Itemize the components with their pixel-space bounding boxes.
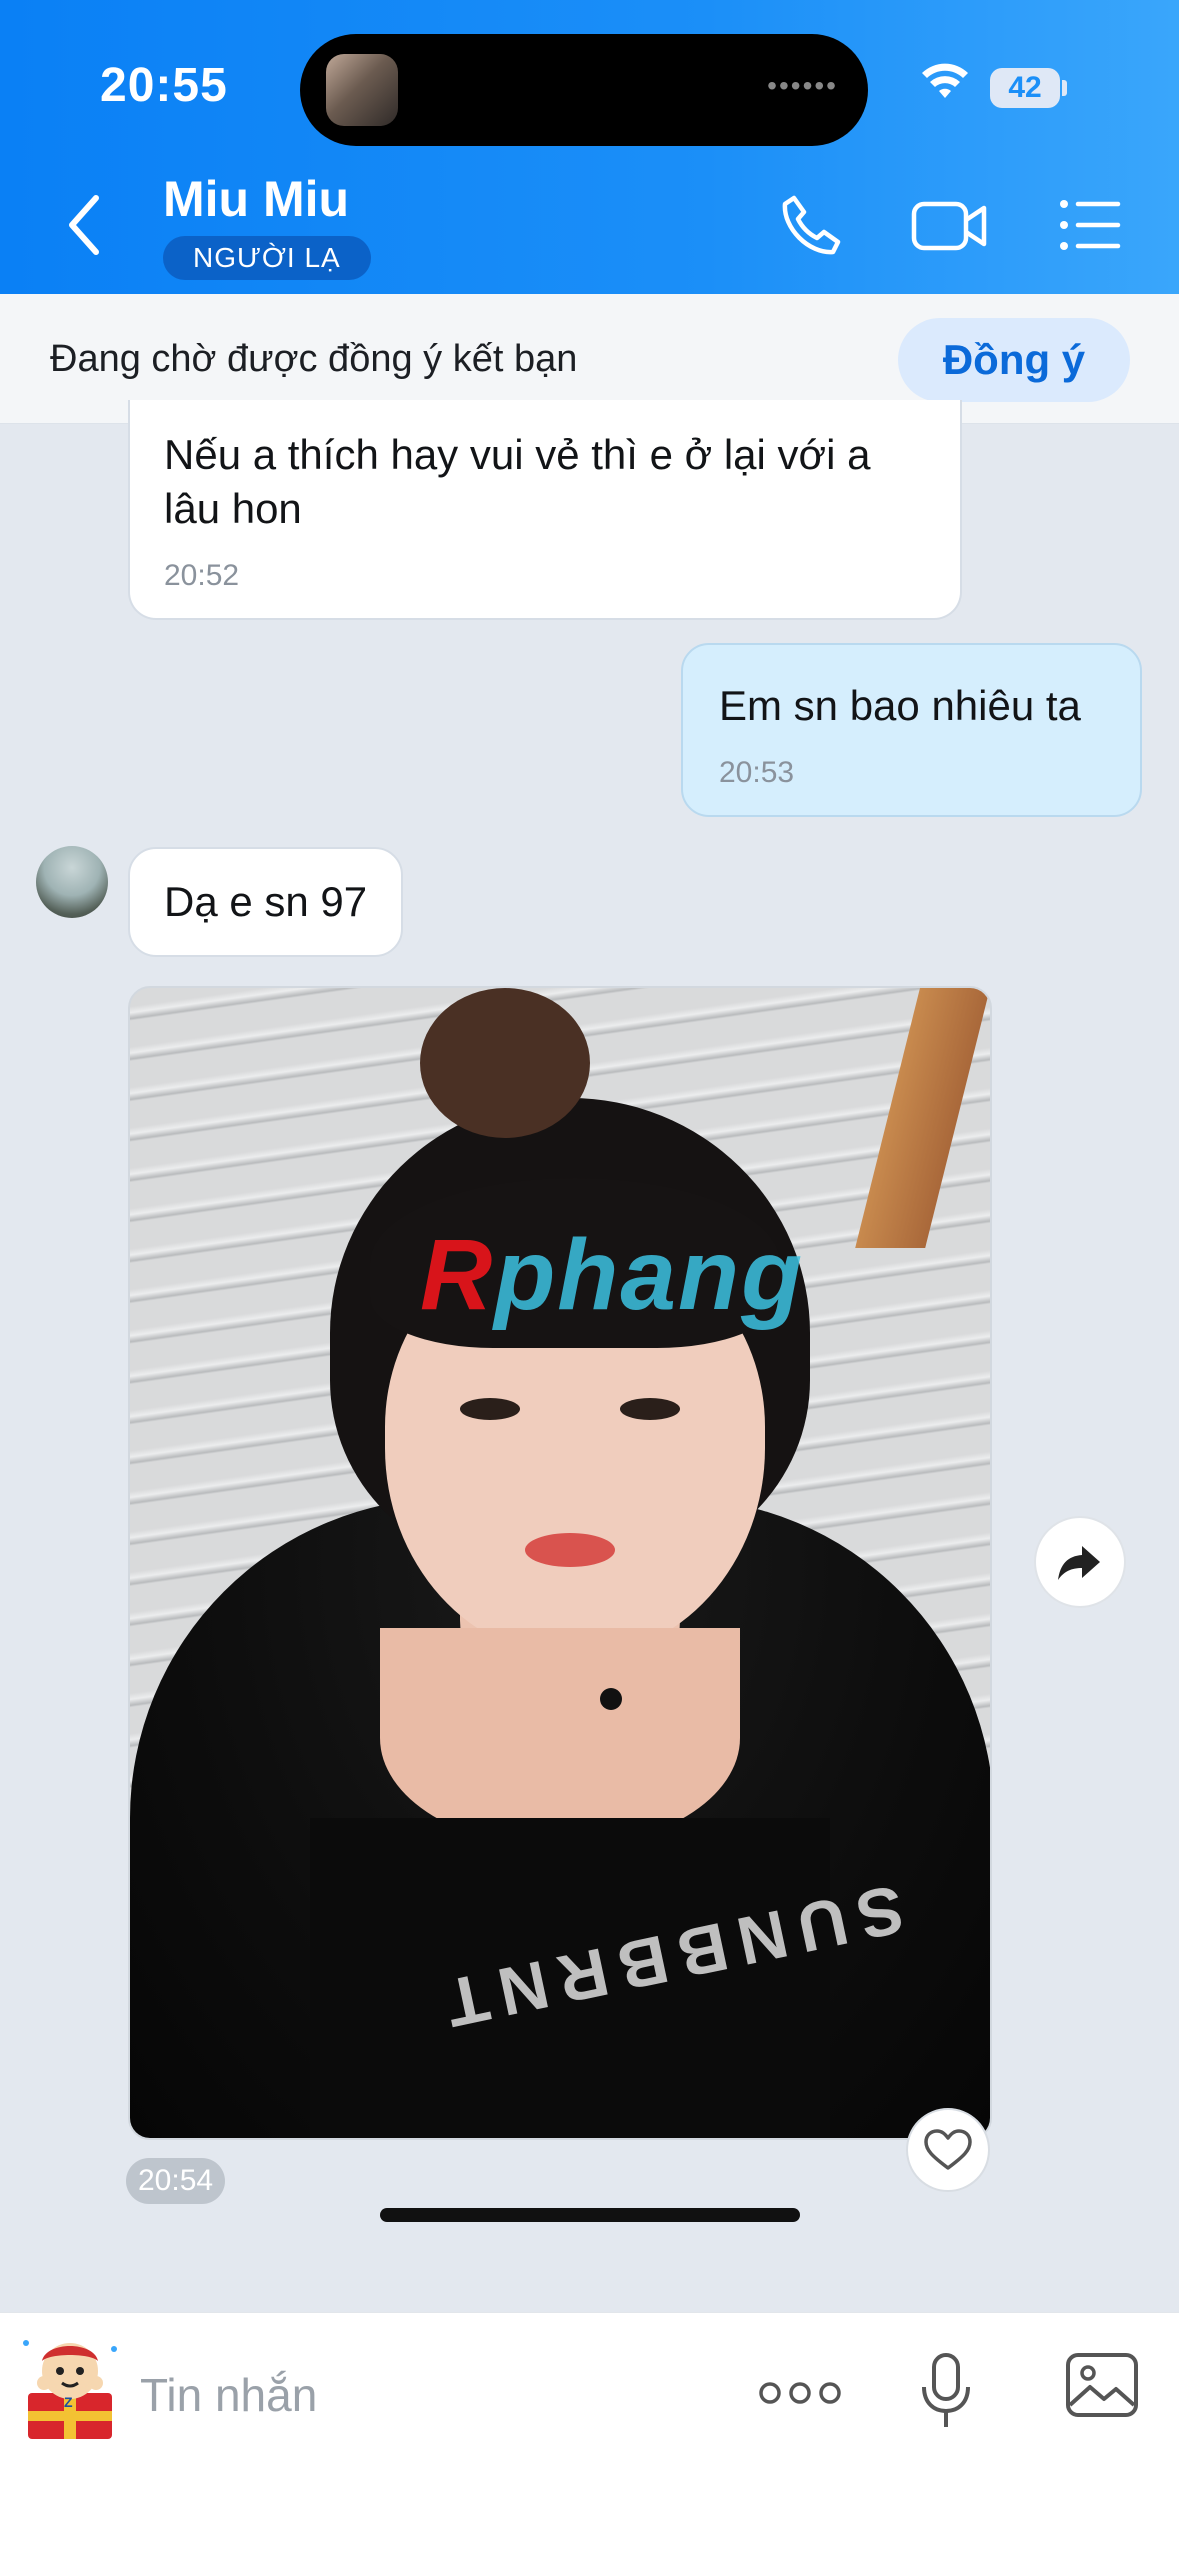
message-time: 20:53 [719, 756, 795, 789]
photo-chest [380, 1628, 740, 1848]
message-text: Dạ e sn 97 [164, 878, 368, 925]
friend-request-status: Đang chờ được đồng ý kết bạn [50, 338, 578, 380]
accept-friend-button[interactable]: Đồng ý [898, 318, 1130, 402]
photo-lips [525, 1533, 615, 1567]
photo-watermark: Rphang [420, 1219, 805, 1331]
island-avatar [326, 54, 398, 126]
message-bubble-sent[interactable]: Em sn bao nhiêu ta 20:53 [681, 643, 1142, 817]
chat-screen: 20:55 •••••• 42 Miu Miu NGƯỜI LẠ Đang ch… [0, 0, 1179, 2556]
photo-eye-left [460, 1398, 520, 1420]
status-time: 20:55 [100, 59, 228, 112]
phone-icon[interactable] [776, 190, 846, 260]
heart-icon [924, 2129, 972, 2170]
island-indicator: •••••• [767, 70, 838, 101]
message-time: 20:52 [164, 559, 240, 592]
microphone-icon[interactable] [918, 2351, 974, 2431]
chevron-left-icon [69, 195, 99, 255]
photo-hair-bun [420, 988, 590, 1138]
message-time: 20:54 [126, 2158, 226, 2204]
message-text: Em sn bao nhiêu ta [719, 682, 1081, 729]
message-input[interactable] [140, 2353, 700, 2437]
home-indicator [380, 2208, 800, 2222]
video-camera-icon[interactable] [910, 190, 990, 260]
message-photo[interactable]: SUNBBRNT Rphang [128, 986, 992, 2140]
share-arrow-icon [1058, 1546, 1100, 1580]
share-button[interactable] [1034, 1516, 1126, 1608]
chat-header: 20:55 •••••• 42 Miu Miu NGƯỜI LẠ [0, 0, 1179, 294]
message-input-bar: Z [0, 2312, 1179, 2556]
message-bubble-received[interactable]: Dạ e sn 97 [128, 847, 404, 957]
sticker-icon[interactable]: Z [18, 2331, 122, 2443]
contact-name[interactable]: Miu Miu [163, 170, 349, 228]
image-gallery-icon[interactable] [1064, 2351, 1140, 2421]
message-text: Nếu a thích hay vui vẻ thì e ở lại với a… [164, 431, 871, 532]
message-bubble-received[interactable]: Nếu a thích hay vui vẻ thì e ở lại với a… [128, 400, 962, 620]
photo-bg-wood [855, 988, 990, 1248]
list-menu-icon[interactable] [1056, 190, 1126, 260]
dynamic-island[interactable]: •••••• [300, 34, 868, 146]
battery-level: 42 [990, 68, 1060, 108]
photo-eye-right [620, 1398, 680, 1420]
more-options-icon[interactable] [758, 2375, 842, 2411]
contact-avatar[interactable] [36, 846, 108, 918]
like-button[interactable] [906, 2108, 990, 2192]
wifi-icon [922, 63, 968, 98]
back-button[interactable] [60, 190, 110, 260]
photo-pendant [600, 1688, 622, 1710]
battery-tip [1062, 80, 1067, 96]
stranger-badge: NGƯỜI LẠ [163, 236, 371, 280]
svg-text:Z: Z [64, 2394, 73, 2410]
